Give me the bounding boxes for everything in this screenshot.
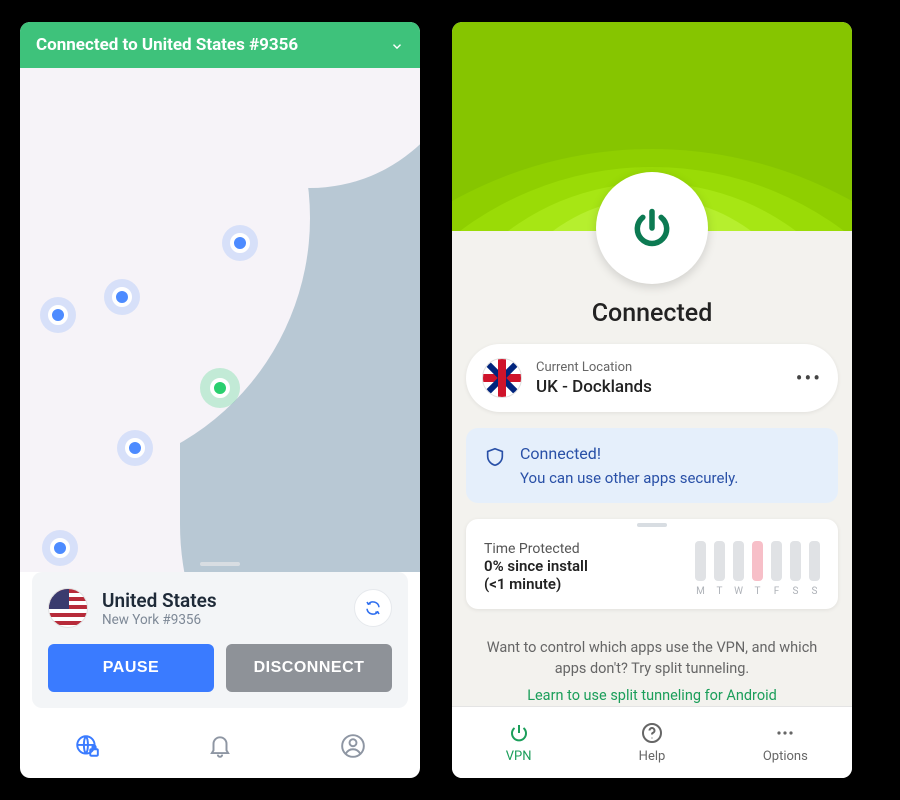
week-day-bar [714, 541, 725, 581]
flag-icon-us [48, 588, 88, 628]
refresh-button[interactable] [354, 589, 392, 627]
power-icon [630, 206, 674, 250]
location-card[interactable]: Current Location UK - Docklands ••• [466, 344, 838, 412]
shield-icon [484, 446, 506, 468]
week-day: T [714, 541, 725, 597]
week-day-bar [771, 541, 782, 581]
chevron-down-icon [390, 38, 404, 52]
server-card: United States New York #9356 PAUSE DISCO… [32, 572, 408, 708]
drag-handle[interactable] [637, 523, 667, 527]
location-more-button[interactable]: ••• [796, 366, 822, 390]
dots-icon: ••• [796, 366, 822, 390]
bottom-nav [20, 718, 420, 778]
week-day-label: T [755, 586, 761, 597]
time-protected-card[interactable]: Time Protected 0% since install (<1 minu… [466, 519, 838, 609]
server-pin[interactable] [112, 287, 132, 307]
vpn-app-express: Connected Current Location UK - Dockland… [452, 22, 852, 778]
server-pin[interactable] [50, 538, 70, 558]
tab-help-label: Help [639, 749, 666, 764]
connection-banner[interactable]: Connected to United States #9356 [20, 22, 420, 68]
info-body: You can use other apps securely. [520, 469, 738, 487]
tab-options[interactable]: Options [719, 707, 852, 778]
tab-vpn-label: VPN [506, 749, 532, 764]
flag-icon-uk [482, 358, 522, 398]
week-day: W [733, 541, 744, 597]
info-card: Connected! You can use other apps secure… [466, 428, 838, 503]
bottom-nav: VPN Help Options [452, 706, 852, 778]
week-day-label: S [812, 586, 818, 597]
server-pin-active[interactable] [210, 378, 230, 398]
nav-profile[interactable] [340, 733, 366, 763]
tab-help[interactable]: Help [585, 707, 718, 778]
week-chart: MTWTFSS [604, 541, 820, 597]
vpn-app-nord: Connected to United States #9356 United … [20, 22, 420, 778]
nav-notifications[interactable] [207, 733, 233, 763]
tab-vpn[interactable]: VPN [452, 707, 585, 778]
tip-text: Want to control which apps use the VPN, … [487, 639, 818, 677]
week-day: M [695, 541, 706, 597]
server-pin[interactable] [125, 438, 145, 458]
week-day: S [790, 541, 801, 597]
connection-banner-text: Connected to United States #9356 [36, 35, 298, 55]
disconnect-button[interactable]: DISCONNECT [226, 644, 392, 692]
server-pin[interactable] [230, 233, 250, 253]
time-protected-label: Time Protected [484, 541, 588, 557]
server-country: United States [102, 589, 340, 612]
week-day-bar [695, 541, 706, 581]
tip: Want to control which apps use the VPN, … [476, 637, 828, 706]
nav-globe[interactable] [74, 733, 100, 763]
week-day-label: W [734, 586, 743, 597]
refresh-icon [364, 599, 382, 617]
drag-handle[interactable] [200, 562, 240, 566]
help-icon [640, 721, 664, 745]
week-day-label: M [696, 586, 705, 597]
week-day-label: T [717, 586, 723, 597]
time-protected-value: 0% since install [484, 557, 588, 575]
week-day-bar [790, 541, 801, 581]
server-pin[interactable] [48, 305, 68, 325]
time-protected-sub: (<1 minute) [484, 575, 588, 593]
bell-icon [207, 733, 233, 759]
week-day: F [771, 541, 782, 597]
week-day-bar [809, 541, 820, 581]
week-day: S [809, 541, 820, 597]
info-title: Connected! [520, 444, 738, 463]
week-day-bar [733, 541, 744, 581]
tip-link[interactable]: Learn to use split tunneling for Android [476, 685, 828, 706]
power-button[interactable] [596, 172, 708, 284]
globe-lock-icon [74, 733, 100, 759]
week-day-bar [752, 541, 763, 581]
connection-status: Connected [452, 299, 852, 328]
week-day-label: F [774, 586, 780, 597]
user-icon [340, 733, 366, 759]
server-map[interactable] [20, 68, 420, 572]
location-value: UK - Docklands [536, 377, 782, 397]
pause-button[interactable]: PAUSE [48, 644, 214, 692]
dots-icon [773, 721, 797, 745]
week-day: T [752, 541, 763, 597]
power-icon [507, 721, 531, 745]
week-day-label: S [793, 586, 799, 597]
server-detail: New York #9356 [102, 612, 340, 628]
tab-options-label: Options [763, 749, 808, 764]
location-label: Current Location [536, 360, 782, 375]
